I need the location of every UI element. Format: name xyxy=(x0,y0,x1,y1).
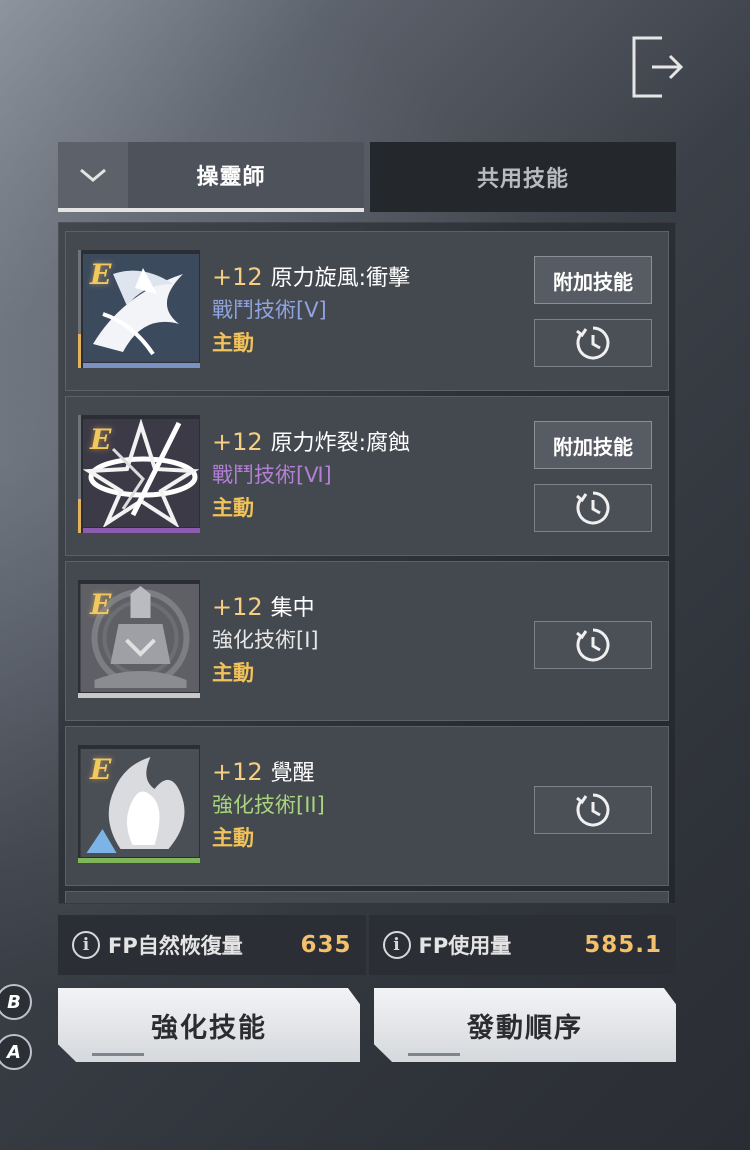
cooldown-button[interactable] xyxy=(534,621,652,669)
activation-order-label: 發動順序 xyxy=(467,1012,583,1044)
button-underline xyxy=(92,1053,144,1056)
class-dropdown-toggle[interactable] xyxy=(58,142,128,208)
grade-badge: E xyxy=(90,423,112,456)
skill-icon: E xyxy=(78,415,200,533)
additional-skill-button[interactable]: 附加技能 xyxy=(534,421,652,469)
skill-icon: E xyxy=(78,745,200,863)
skill-name: 原力旋風:衝擊 xyxy=(270,266,411,291)
skill-level: +12 xyxy=(212,758,263,786)
skill-title: +12 集中 xyxy=(212,590,319,624)
fp-stats-bar: i FP自然恢復量 635 i FP使用量 585.1 xyxy=(58,915,676,975)
skill-list[interactable]: E +12 原力旋風:衝擊 戰鬥技術[Ⅴ] 主動 附加技能 E +12 原力炸裂… xyxy=(58,222,676,904)
skill-title: +12 原力炸裂:腐蝕 xyxy=(212,425,410,459)
skill-type: 主動 xyxy=(212,661,254,685)
cooldown-button[interactable] xyxy=(534,786,652,834)
skill-card-partial[interactable] xyxy=(65,891,669,903)
tab-class-skills[interactable]: 操靈師 xyxy=(58,142,364,212)
skill-name: 覺醒 xyxy=(270,761,315,786)
skill-icon: E xyxy=(78,580,200,698)
button-underline xyxy=(408,1053,460,1056)
fp-usage-label: FP使用量 xyxy=(418,934,512,958)
tab-class-skills-label: 操靈師 xyxy=(196,165,266,190)
category-strip xyxy=(78,858,200,863)
activation-order-button[interactable]: 發動順序 xyxy=(374,988,676,1062)
cooldown-clock-icon xyxy=(576,793,610,827)
skill-panel: 操靈師 共用技能 E +12 原力旋風:衝擊 戰鬥技術[Ⅴ] 主動 附加技能 E… xyxy=(58,142,676,904)
skill-card[interactable]: E +12 原力炸裂:腐蝕 戰鬥技術[Ⅵ] 主動 附加技能 xyxy=(65,396,669,556)
skill-card[interactable]: E +12 集中 強化技術[I] 主動 xyxy=(65,561,669,721)
skill-info: +12 集中 強化技術[I] 主動 xyxy=(212,590,319,690)
enhance-skill-label: 強化技能 xyxy=(151,1012,267,1044)
skill-level: +12 xyxy=(212,428,263,456)
grade-badge: E xyxy=(90,258,112,291)
grade-badge: E xyxy=(90,753,112,786)
category-strip xyxy=(83,363,200,368)
exit-button[interactable] xyxy=(630,34,686,100)
skill-info: +12 原力旋風:衝擊 戰鬥技術[Ⅴ] 主動 xyxy=(212,260,410,360)
frame-accent xyxy=(78,334,81,368)
info-icon[interactable]: i xyxy=(382,931,411,959)
skill-type: 主動 xyxy=(212,826,254,850)
skill-card[interactable]: E +12 原力旋風:衝擊 戰鬥技術[Ⅴ] 主動 附加技能 xyxy=(65,231,669,391)
fp-recovery-stat: i FP自然恢復量 635 xyxy=(58,915,366,975)
fp-recovery-label: FP自然恢復量 xyxy=(108,934,243,958)
skill-title: +12 原力旋風:衝擊 xyxy=(212,260,410,294)
category-strip xyxy=(78,693,200,698)
skill-type: 主動 xyxy=(212,331,254,355)
class-tabs: 操靈師 共用技能 xyxy=(58,142,676,212)
info-icon[interactable]: i xyxy=(72,931,100,959)
fp-recovery-value: 635 xyxy=(300,932,352,958)
skill-name: 集中 xyxy=(270,596,315,621)
additional-skill-button[interactable]: 附加技能 xyxy=(534,256,652,304)
skill-category: 強化技術[I] xyxy=(212,628,319,652)
fp-usage-stat: i FP使用量 585.1 xyxy=(368,915,676,975)
a-button-hint-icon: A xyxy=(0,1034,32,1070)
cooldown-clock-icon xyxy=(576,326,610,360)
tab-common-skills[interactable]: 共用技能 xyxy=(370,142,676,212)
cooldown-button[interactable] xyxy=(534,484,652,532)
chevron-down-icon xyxy=(80,168,106,182)
skill-category: 戰鬥技術[Ⅵ] xyxy=(212,463,332,487)
exit-arrow-icon xyxy=(632,36,684,98)
skill-level: +12 xyxy=(212,263,263,291)
skill-name: 原力炸裂:腐蝕 xyxy=(270,431,411,456)
frame-accent xyxy=(78,499,81,533)
skill-level: +12 xyxy=(212,593,263,621)
category-strip xyxy=(83,528,200,533)
skill-category: 強化技術[II] xyxy=(212,793,325,817)
skill-card[interactable]: E +12 覺醒 強化技術[II] 主動 xyxy=(65,726,669,886)
grade-badge: E xyxy=(90,588,112,621)
enhance-skill-button[interactable]: 強化技能 xyxy=(58,988,360,1062)
skill-info: +12 原力炸裂:腐蝕 戰鬥技術[Ⅵ] 主動 xyxy=(212,425,410,525)
fp-usage-value: 585.1 xyxy=(584,932,662,958)
cooldown-button[interactable] xyxy=(534,319,652,367)
skill-category: 戰鬥技術[Ⅴ] xyxy=(212,298,327,322)
skill-title: +12 覺醒 xyxy=(212,755,325,789)
skill-icon: E xyxy=(78,250,200,368)
b-button-hint-icon: B xyxy=(0,984,32,1020)
skill-info: +12 覺醒 強化技術[II] 主動 xyxy=(212,755,325,855)
cooldown-clock-icon xyxy=(576,491,610,525)
cooldown-clock-icon xyxy=(576,628,610,662)
skill-type: 主動 xyxy=(212,496,254,520)
